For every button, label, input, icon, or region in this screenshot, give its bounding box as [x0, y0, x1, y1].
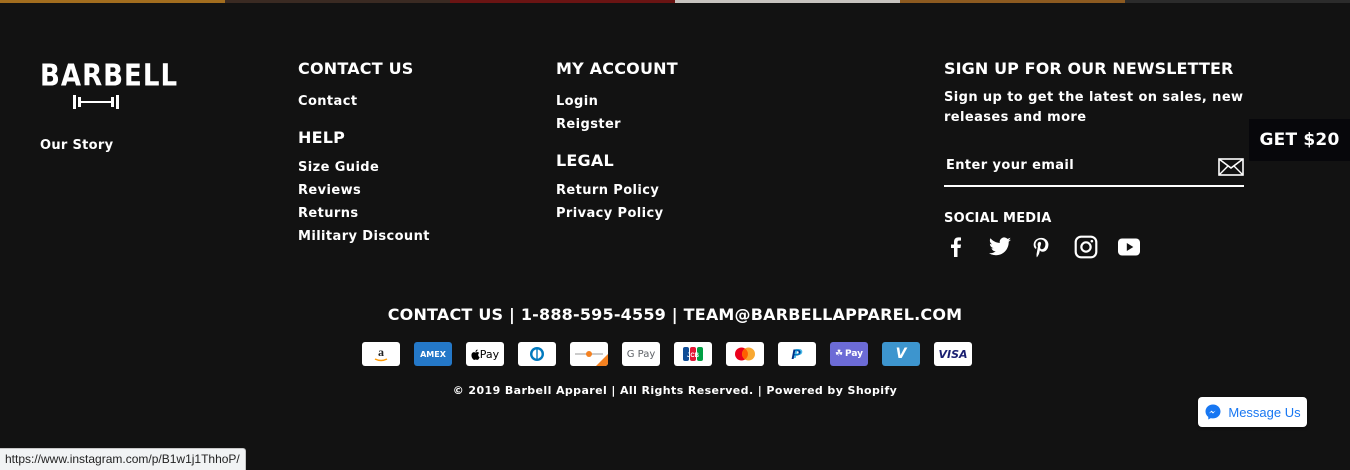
- return-policy-link[interactable]: Return Policy: [556, 179, 678, 202]
- our-story-link[interactable]: Our Story: [40, 138, 113, 153]
- visa-icon: VISA: [934, 342, 972, 366]
- newsletter-section: SIGN UP FOR OUR NEWSLETTER Sign up to ge…: [944, 59, 1244, 259]
- account-legal-column: MY ACCOUNT Login Reigster LEGAL Return P…: [556, 59, 678, 225]
- messenger-label: Message Us: [1228, 404, 1301, 420]
- newsletter-description: Sign up to get the latest on sales, new …: [944, 90, 1244, 125]
- legal-heading: LEGAL: [556, 151, 614, 170]
- status-bar-url: https://www.instagram.com/p/B1w1j1ThhoP/: [0, 448, 246, 470]
- jcb-icon: JCB: [674, 342, 712, 366]
- envelope-submit-icon[interactable]: [1218, 157, 1244, 177]
- logo-wordmark: BARBELL: [40, 57, 179, 93]
- diners-club-icon: [518, 342, 556, 366]
- login-link[interactable]: Login: [556, 90, 678, 113]
- social-media-heading: SOCIAL MEDIA: [944, 211, 1052, 226]
- twitter-icon[interactable]: [987, 233, 1030, 261]
- mastercard-icon: [726, 342, 764, 366]
- google-pay-icon: G Pay: [622, 342, 660, 366]
- email-signup-row: [944, 149, 1244, 187]
- contact-info-line: CONTACT US | 1-888-595-4559 | TEAM@BARBE…: [387, 305, 963, 324]
- messenger-button[interactable]: Message Us: [1198, 397, 1307, 427]
- shop-pay-icon: ☘ Pay: [830, 342, 868, 366]
- payment-icons: a AMEX Pay G Pay JCB PP ☘ Pay V VISA: [362, 342, 972, 366]
- military-discount-link[interactable]: Military Discount: [298, 225, 430, 248]
- paypal-icon: PP: [778, 342, 816, 366]
- apple-pay-icon: Pay: [466, 342, 504, 366]
- amex-icon: AMEX: [414, 342, 452, 366]
- youtube-icon[interactable]: [1116, 233, 1159, 261]
- svg-text:JCB: JCB: [687, 353, 700, 359]
- get-20-promo-button[interactable]: GET $20: [1249, 119, 1350, 161]
- newsletter-heading: SIGN UP FOR OUR NEWSLETTER: [944, 59, 1234, 78]
- barbell-icon: [73, 95, 119, 109]
- privacy-policy-link[interactable]: Privacy Policy: [556, 202, 678, 225]
- messenger-icon: [1205, 404, 1221, 420]
- venmo-icon: V: [882, 342, 920, 366]
- amazon-pay-icon: a: [362, 342, 400, 366]
- contact-link[interactable]: Contact: [298, 90, 430, 113]
- email-input[interactable]: [944, 157, 1208, 174]
- instagram-icon[interactable]: [1073, 233, 1116, 261]
- contact-help-column: CONTACT US Contact HELP Size Guide Revie…: [298, 59, 430, 248]
- facebook-icon[interactable]: [944, 233, 987, 261]
- my-account-heading: MY ACCOUNT: [556, 59, 678, 78]
- size-guide-link[interactable]: Size Guide: [298, 156, 430, 179]
- pinterest-icon[interactable]: [1030, 233, 1073, 261]
- copyright-text: © 2019 Barbell Apparel | All Rights Rese…: [452, 384, 898, 397]
- contact-us-heading: CONTACT US: [298, 59, 414, 78]
- discover-icon: [570, 342, 608, 366]
- brand-logo[interactable]: BARBELL: [40, 57, 179, 114]
- register-link[interactable]: Reigster: [556, 113, 678, 136]
- reviews-link[interactable]: Reviews: [298, 179, 430, 202]
- help-heading: HELP: [298, 128, 346, 147]
- svg-text:a: a: [378, 345, 384, 359]
- social-icons: [944, 233, 1159, 261]
- svg-text:P: P: [794, 346, 803, 361]
- returns-link[interactable]: Returns: [298, 202, 430, 225]
